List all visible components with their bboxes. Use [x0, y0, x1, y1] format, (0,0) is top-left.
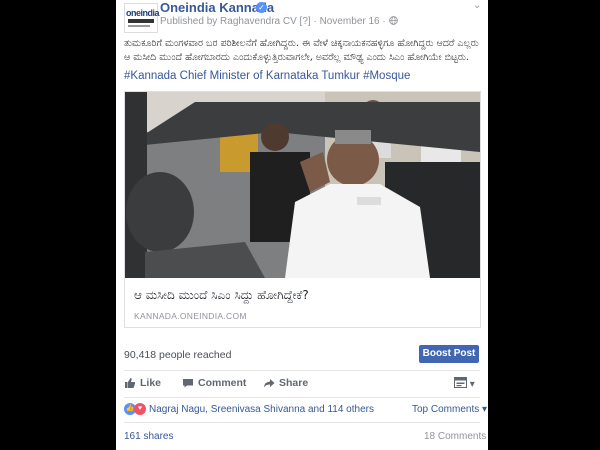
comment-icon [183, 379, 193, 388]
like-label: Like [140, 377, 162, 389]
reactions-summary[interactable]: 👍 ♥ Nagraj Nagu, Sreenivasa Shivanna and… [124, 403, 374, 415]
boost-post-button[interactable]: Boost Post [419, 345, 479, 363]
top-comments-dropdown[interactable]: Top Comments ▾ [412, 404, 487, 415]
heart-icon: ♥ [134, 403, 146, 415]
link-domain: KANNADA.ONEINDIA.COM [134, 311, 247, 321]
chevron-down-icon: ▾ [469, 379, 475, 390]
reactors-names[interactable]: Nagraj Nagu, Sreenivasa Shivanna and 114… [149, 404, 374, 415]
post-meta: Published by Raghavendra CV [?] · Novemb… [160, 16, 398, 27]
post-date[interactable]: November 16 [320, 16, 380, 27]
link-title[interactable]: ಆ ಮಸೀದಿ ಮುಂದೆ ಸಿಎಂ ಸಿದ್ದು ಹೋಗಿದ್ದೇಕೆ? [134, 288, 309, 303]
comments-count[interactable]: 18 Comments [424, 431, 486, 442]
publisher-help[interactable]: [?] [300, 16, 311, 27]
verified-badge-icon: ✓ [256, 2, 267, 13]
preview-photo [125, 92, 480, 278]
divider [124, 422, 480, 423]
divider [124, 370, 480, 371]
page-audience-icon [454, 377, 467, 388]
post-card: oneindia Oneindia Kannada ✓ Published by… [116, 0, 488, 450]
comment-button[interactable]: Comment [182, 377, 246, 389]
chevron-down-icon: ▾ [482, 404, 488, 415]
comment-label: Comment [198, 377, 247, 389]
share-label: Share [279, 377, 309, 389]
shares-count[interactable]: 161 shares [124, 431, 173, 442]
oneindia-logo-mark: oneindia [126, 8, 160, 18]
like-button[interactable]: Like [124, 377, 161, 389]
thumbs-up-icon [125, 378, 136, 388]
share-icon [263, 379, 275, 388]
post-hashtags[interactable]: #Kannada Chief Minister of Karnataka Tum… [124, 70, 410, 82]
divider [124, 397, 480, 398]
people-reached[interactable]: 90,418 people reached [124, 349, 231, 361]
publisher-text[interactable]: Published by Raghavendra CV [160, 16, 297, 27]
chevron-down-icon[interactable]: ⌄ [473, 0, 481, 11]
link-preview[interactable]: ಆ ಮಸೀದಿ ಮುಂದೆ ಸಿಎಂ ಸಿದ್ದು ಹೋಗಿದ್ದೇಕೆ? KA… [124, 91, 481, 328]
share-audience-menu[interactable]: ▾ [454, 377, 475, 390]
post-body-text: ತುಮಕೂರಿಗೆ ಮಂಗಳವಾರ ಬರ ಪರಿಶೀಲನೆಗೆ ಹೋಗಿದ್ದರ… [124, 38, 479, 63]
page-avatar[interactable]: oneindia [124, 3, 160, 33]
share-button[interactable]: Share [263, 377, 308, 389]
globe-icon [388, 16, 398, 25]
